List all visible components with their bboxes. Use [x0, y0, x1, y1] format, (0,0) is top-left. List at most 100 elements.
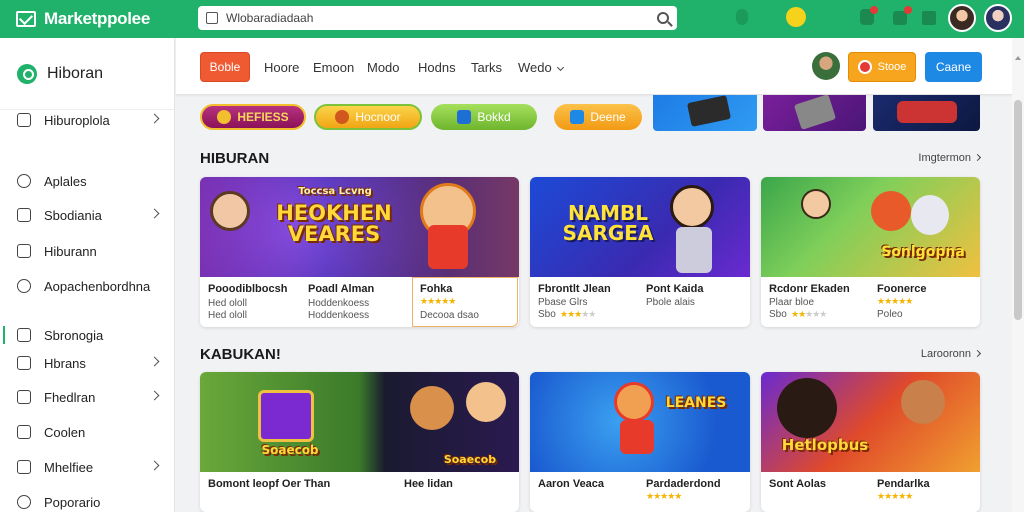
- square-icon: [17, 244, 31, 258]
- card-sub: Decooa dsao: [420, 310, 479, 321]
- card-image[interactable]: Sonlgopna: [761, 177, 980, 277]
- card-image-title: Soaecob: [261, 443, 319, 457]
- scroll-up-icon[interactable]: [1015, 56, 1021, 60]
- user-avatar[interactable]: [812, 52, 840, 80]
- card-sub: Hed ololl: [208, 298, 247, 309]
- chevron-right-icon: [149, 390, 160, 401]
- game-card[interactable]: NAMBL SARGEA Fbrontlt Jlean Pbase Glrs S…: [530, 177, 750, 327]
- ticket-icon: [570, 110, 585, 124]
- game-card[interactable]: Soaecob Soaecob Bomont leopf Oer Than He…: [200, 372, 519, 512]
- avatar[interactable]: [948, 4, 976, 32]
- card-image-title: HEOKHEN VEARES: [276, 201, 392, 246]
- sidebar-header[interactable]: Hiboran: [0, 38, 174, 110]
- pill-chip[interactable]: HEFIESS: [200, 104, 306, 130]
- sidebar-item[interactable]: Sbronogia: [0, 321, 174, 349]
- scrollbar[interactable]: [1012, 38, 1024, 512]
- card-sub: Pbole alais: [646, 297, 695, 308]
- card-image[interactable]: Soaecob Soaecob: [200, 372, 519, 472]
- card-image-title: Sonlgopna: [881, 244, 965, 260]
- nav-link[interactable]: Tarks: [471, 60, 502, 75]
- sidebar-item-label: Poporario: [44, 494, 101, 510]
- pill-chip[interactable]: Hocnoor: [314, 104, 422, 130]
- location-icon[interactable]: [786, 7, 806, 27]
- nav-dropdown[interactable]: Wedo: [518, 60, 564, 75]
- sidebar-item-label: Fhedlran: [44, 389, 96, 405]
- sidebar: Hiboran Hiburoplola Aplales Sbodiania Hibur…: [0, 38, 175, 512]
- pill-icon: [217, 110, 232, 124]
- card-name: Pooodiblbocsh: [208, 283, 288, 295]
- card-name: Aaron Veaca: [538, 478, 605, 490]
- card-name: Bomont leopf Oer Than: [208, 478, 331, 490]
- card-sub: Hoddenkoess: [308, 310, 370, 321]
- card-image[interactable]: Toccsa Lcvng HEOKHEN VEARES: [200, 177, 519, 277]
- bus-icon: [897, 101, 957, 123]
- main-content: Boble Hoore Emoon Modo Hodns Tarks Wedo …: [176, 38, 1012, 512]
- sidebar-item-label: Sbronogia: [44, 327, 104, 343]
- promo-tile[interactable]: [653, 95, 757, 131]
- sidebar-item[interactable]: Poporario: [0, 488, 174, 512]
- card-image[interactable]: LEANES: [530, 372, 750, 472]
- sidebar-item[interactable]: Coolen: [0, 418, 174, 446]
- microphone-icon[interactable]: [736, 9, 748, 25]
- square-icon: [17, 113, 31, 127]
- device-icon: [793, 95, 837, 130]
- search-icon[interactable]: [657, 12, 669, 24]
- chevron-right-icon: [149, 356, 160, 367]
- primary-button[interactable]: Boble: [200, 52, 250, 82]
- logo-circle-icon: [17, 63, 37, 84]
- game-card[interactable]: Hetlopbus Sont Aolas Pendarlka ★★★★★: [761, 372, 980, 512]
- sidebar-item[interactable]: Fhedlran: [0, 383, 174, 411]
- sidebar-item-label: Sbodiania: [44, 207, 102, 223]
- promo-tile[interactable]: [873, 95, 980, 131]
- card-name: Rcdonr Ekaden: [769, 283, 850, 295]
- section-link[interactable]: Imgtermon: [918, 152, 982, 164]
- sidebar-item[interactable]: Mhelfiee: [0, 453, 174, 481]
- logo[interactable]: Marketppolee: [16, 9, 196, 29]
- search-input[interactable]: [226, 11, 657, 25]
- nav-link[interactable]: Hoore: [264, 60, 299, 75]
- promo-tile[interactable]: [763, 95, 866, 131]
- pill-chip[interactable]: Bokkd: [431, 104, 537, 130]
- game-card[interactable]: LEANES Aaron Veaca Pardaderdond ★★★★★: [530, 372, 750, 512]
- scroll-thumb[interactable]: [1014, 100, 1022, 320]
- console-icon: [686, 95, 732, 127]
- refresh-icon: [17, 174, 31, 188]
- nav-link[interactable]: Emoon: [313, 60, 354, 75]
- chevron-right-icon: [149, 113, 160, 124]
- nav-link[interactable]: Hodns: [418, 60, 456, 75]
- card-image-title: Hetlopbus: [781, 436, 869, 454]
- flag-icon: [17, 328, 31, 342]
- sidebar-item[interactable]: Aplales: [0, 167, 174, 195]
- sidebar-item[interactable]: Hiburann: [0, 237, 174, 265]
- pill-icon: [335, 110, 350, 124]
- rating-stars: ★★★★★: [420, 296, 456, 306]
- search-icon: [17, 279, 31, 293]
- chart-icon[interactable]: [922, 11, 936, 25]
- card-sub: Hoddenkoess: [308, 298, 370, 309]
- avatar-secondary[interactable]: [984, 4, 1012, 32]
- card-image[interactable]: Hetlopbus: [761, 372, 980, 472]
- section-link-label: Imgtermon: [918, 152, 971, 164]
- sidebar-item[interactable]: Sbodiania: [0, 201, 174, 229]
- sidebar-item[interactable]: Aopachenbordhna: [0, 272, 174, 300]
- game-card[interactable]: Sonlgopna Rcdonr Ekaden Plaar bloe Sbo ★…: [761, 177, 980, 327]
- screen-icon: [258, 390, 314, 442]
- game-card[interactable]: Toccsa Lcvng HEOKHEN VEARES Pooodiblbocs…: [200, 177, 519, 327]
- chevron-right-icon: [149, 208, 160, 219]
- search-bar[interactable]: [198, 6, 677, 30]
- character-icon: [210, 191, 250, 231]
- pen-icon: [17, 356, 31, 370]
- section-link[interactable]: Larooronn: [921, 348, 982, 360]
- active-indicator: [3, 326, 5, 344]
- store-button[interactable]: Stooe: [848, 52, 916, 82]
- card-image[interactable]: NAMBL SARGEA: [530, 177, 750, 277]
- pill-chip[interactable]: Deene: [554, 104, 642, 130]
- sidebar-item[interactable]: Hbrans: [0, 349, 174, 377]
- blue-button[interactable]: Caane: [925, 52, 982, 82]
- card-name: Hee lidan: [404, 478, 453, 490]
- mail-icon: [16, 11, 36, 27]
- card-image-subtitle: Toccsa Lcvng: [298, 186, 372, 197]
- sidebar-item[interactable]: Hiburoplola: [0, 106, 174, 134]
- nav-link[interactable]: Modo: [367, 60, 400, 75]
- cube-icon: [457, 110, 472, 124]
